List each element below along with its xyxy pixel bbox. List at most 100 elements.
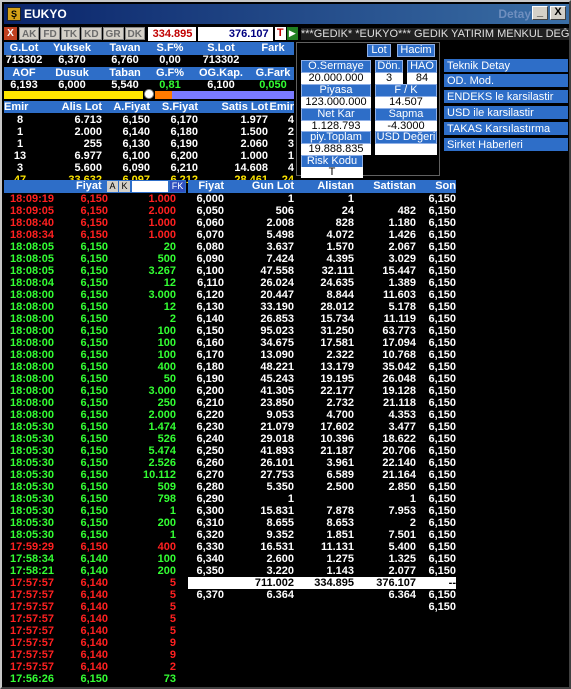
level-row[interactable]: 6,050 506 24 482 6,150 <box>188 205 456 217</box>
menu-usd-compare[interactable]: USD ile karsilastir <box>444 106 568 120</box>
close-window-button[interactable]: X <box>550 6 566 20</box>
trade-row[interactable]: 18:08:00 6,150 12 <box>4 301 176 313</box>
tab-gr[interactable]: GR <box>102 27 124 40</box>
trade-row[interactable]: 18:08:00 6,150 3.000 <box>4 289 176 301</box>
trade-row[interactable]: 18:08:04 6,150 12 <box>4 277 176 289</box>
depth-row[interactable]: 1 2.000 6,140 6,180 1.500 2 <box>4 126 294 138</box>
trade-row[interactable]: 17:57:57 6,140 9 <box>4 637 176 649</box>
level-row[interactable]: 6,190 45.243 19.195 26.048 6,150 <box>188 373 456 385</box>
hacim-button[interactable]: Hacim <box>397 44 435 57</box>
menu-takas-compare[interactable]: TAKAS Karsılastırma <box>444 122 568 136</box>
toolbar-close-button[interactable]: X <box>4 27 17 40</box>
trade-row[interactable]: 18:08:34 6,150 1.000 <box>4 229 176 241</box>
level-row[interactable]: 6,060 2.008 828 1.180 6,150 <box>188 217 456 229</box>
level-row[interactable]: 6,260 26.101 3.961 22.140 6,150 <box>188 457 456 469</box>
level-row[interactable]: 6,120 20.447 8.844 11.603 6,150 <box>188 289 456 301</box>
tab-dk[interactable]: DK <box>124 27 145 40</box>
trade-row[interactable]: 18:05:30 6,150 526 <box>4 433 176 445</box>
trade-row[interactable]: 18:08:05 6,150 3.267 <box>4 265 176 277</box>
depth-row[interactable]: 8 6.713 6,150 6,170 1.977 4 <box>4 114 294 126</box>
trade-row[interactable]: 18:05:30 6,150 798 <box>4 493 176 505</box>
level-row[interactable]: 6,350 3.220 1.143 2.077 6,150 <box>188 565 456 577</box>
trade-row[interactable]: 18:08:00 6,150 100 <box>4 325 176 337</box>
level-row[interactable]: 6,240 29.018 10.396 18.622 6,150 <box>188 433 456 445</box>
trade-row[interactable]: 18:08:00 6,150 3.000 <box>4 385 176 397</box>
trade-row[interactable]: 18:05:30 6,150 10.112 <box>4 469 176 481</box>
trade-row[interactable]: 18:08:00 6,150 100 <box>4 337 176 349</box>
level-row[interactable]: 6,230 21.079 17.602 3.477 6,150 <box>188 421 456 433</box>
level-row[interactable]: 6,250 41.893 21.187 20.706 6,150 <box>188 445 456 457</box>
fk-button[interactable]: FK <box>170 181 185 192</box>
lot-button[interactable]: Lot <box>367 44 391 57</box>
level-row[interactable]: 6,320 9.352 1.851 7.501 6,150 <box>188 529 456 541</box>
trade-row[interactable]: 18:05:30 6,150 1 <box>4 529 176 541</box>
play-arrow-icon[interactable]: ▶ <box>286 27 298 40</box>
t-button[interactable]: T <box>274 27 286 40</box>
level-row[interactable]: 6,310 8.655 8.653 2 6,150 <box>188 517 456 529</box>
level-row[interactable]: 6,300 15.831 7.878 7.953 6,150 <box>188 505 456 517</box>
level-row[interactable]: 6,160 34.675 17.581 17.094 6,150 <box>188 337 456 349</box>
level-row[interactable]: 6,070 5.498 4.072 1.426 6,150 <box>188 229 456 241</box>
filter-k-button[interactable]: K <box>119 181 130 192</box>
tab-fd[interactable]: FD <box>40 27 60 40</box>
level-row[interactable]: 6,200 41.305 22.177 19.128 6,150 <box>188 385 456 397</box>
trade-row[interactable]: 17:57:57 6,140 5 <box>4 589 176 601</box>
menu-od-mod[interactable]: OD. Mod. <box>444 74 568 88</box>
trade-row[interactable]: 18:05:30 6,150 200 <box>4 517 176 529</box>
depth-row[interactable]: 1 255 6,130 6,190 2.060 3 <box>4 138 294 150</box>
menu-teknik-detay[interactable]: Teknik Detay <box>444 59 568 73</box>
title-bar[interactable]: Ş EUKYO Detay _ X <box>4 4 569 24</box>
trade-row[interactable]: 17:59:29 6,150 400 <box>4 541 176 553</box>
trade-row[interactable]: 18:08:00 6,150 100 <box>4 349 176 361</box>
level-row[interactable]: 6,100 47.558 32.111 15.447 6,150 <box>188 265 456 277</box>
tab-ak[interactable]: AK <box>18 27 40 40</box>
trade-row[interactable]: 17:56:26 6,150 73 <box>4 673 176 685</box>
level-row[interactable]: 6,340 2.600 1.275 1.325 6,150 <box>188 553 456 565</box>
level-row[interactable]: 6,150 <box>188 601 456 613</box>
level-row[interactable]: 6,210 23.850 2.732 21.118 6,150 <box>188 397 456 409</box>
level-row[interactable]: 6,220 9.053 4.700 4.353 6,150 <box>188 409 456 421</box>
level-row[interactable]: 6,000 1 1 6,150 <box>188 193 456 205</box>
trade-row[interactable]: 18:08:05 6,150 20 <box>4 241 176 253</box>
level-row[interactable]: 6,080 3.637 1.570 2.067 6,150 <box>188 241 456 253</box>
trade-row[interactable]: 18:08:00 6,150 250 <box>4 397 176 409</box>
level-row[interactable]: 6,290 1 1 6,150 <box>188 493 456 505</box>
trade-row[interactable]: 17:57:57 6,140 5 <box>4 625 176 637</box>
level-row[interactable]: 6,130 33.190 28.012 5.178 6,150 <box>188 301 456 313</box>
trade-row[interactable]: 17:57:57 6,140 5 <box>4 601 176 613</box>
level-row[interactable]: 6,140 26.853 15.734 11.119 6,150 <box>188 313 456 325</box>
level-row[interactable]: 6,270 27.753 6.589 21.164 6,150 <box>188 469 456 481</box>
trade-row[interactable]: 18:05:30 6,150 1.474 <box>4 421 176 433</box>
menu-endeks-compare[interactable]: ENDEKS le karsilastir <box>444 90 568 104</box>
level-row[interactable]: 6,110 26.024 24.635 1.389 6,150 <box>188 277 456 289</box>
trade-row[interactable]: 18:09:19 6,150 1.000 <box>4 193 176 205</box>
depth-row[interactable]: 3 5.600 6,090 6,210 14.608 4 <box>4 162 294 174</box>
trade-row[interactable]: 18:05:30 6,150 2.526 <box>4 457 176 469</box>
trade-row[interactable]: 18:08:40 6,150 1.000 <box>4 217 176 229</box>
level-row[interactable]: 6,370 6.364 6.364 6,150 <box>188 589 456 601</box>
minimize-button[interactable]: _ <box>532 6 548 20</box>
trade-row[interactable]: 17:57:57 6,140 5 <box>4 577 176 589</box>
trade-row[interactable]: 18:08:05 6,150 500 <box>4 253 176 265</box>
trade-row[interactable]: 18:05:30 6,150 5.474 <box>4 445 176 457</box>
trade-row[interactable]: 18:08:00 6,150 400 <box>4 361 176 373</box>
filter-input[interactable] <box>132 181 168 192</box>
trade-row[interactable]: 18:08:00 6,150 2 <box>4 313 176 325</box>
tab-kd[interactable]: KD <box>81 27 102 40</box>
trade-row[interactable]: 18:09:05 6,150 2.000 <box>4 205 176 217</box>
trade-row[interactable]: 18:05:30 6,150 1 <box>4 505 176 517</box>
level-row[interactable]: 6,150 95.023 31.250 63.773 6,150 <box>188 325 456 337</box>
level-row[interactable]: 6,090 7.424 4.395 3.029 6,150 <box>188 253 456 265</box>
depth-row[interactable]: 13 6.977 6,100 6,200 1.000 1 <box>4 150 294 162</box>
trade-row[interactable]: 17:57:57 6,140 9 <box>4 649 176 661</box>
tab-tk[interactable]: TK <box>60 27 81 40</box>
trade-row[interactable]: 18:08:00 6,150 2.000 <box>4 409 176 421</box>
trade-row[interactable]: 17:57:57 6,140 2 <box>4 661 176 673</box>
level-row[interactable]: 6,170 13.090 2.322 10.768 6,150 <box>188 349 456 361</box>
level-row[interactable]: 6,330 16.531 11.131 5.400 6,150 <box>188 541 456 553</box>
trade-row[interactable]: 18:05:30 6,150 509 <box>4 481 176 493</box>
level-row[interactable]: 6,180 48.221 13.179 35.042 6,150 <box>188 361 456 373</box>
trade-row[interactable]: 17:57:57 6,140 5 <box>4 613 176 625</box>
trade-row[interactable]: 17:58:34 6,140 100 <box>4 553 176 565</box>
filter-a-button[interactable]: A <box>107 181 118 192</box>
